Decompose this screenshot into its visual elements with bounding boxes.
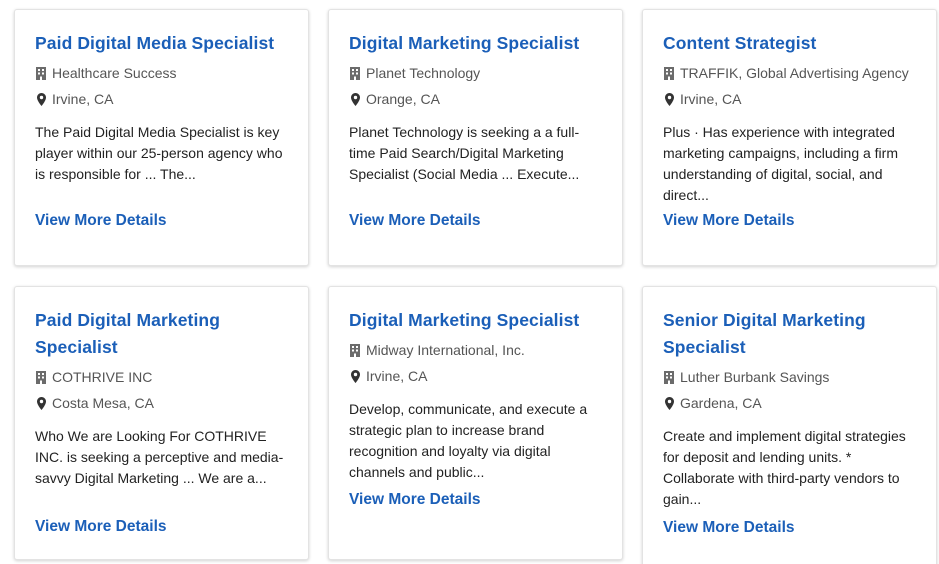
company-row: Healthcare Success (35, 60, 288, 86)
company-row: Luther Burbank Savings (663, 364, 916, 390)
map-pin-icon (35, 396, 47, 410)
company-row: COTHRIVE INC (35, 364, 288, 390)
location-text: Irvine, CA (366, 368, 428, 384)
map-pin-icon (349, 369, 361, 383)
job-description: Plus · Has experience with integrated ma… (663, 124, 898, 203)
building-icon (35, 66, 47, 80)
job-title-link[interactable]: Digital Marketing Specialist (349, 30, 602, 57)
company-row: Midway International, Inc. (349, 337, 602, 363)
job-card: Digital Marketing Specialist Planet Tech… (328, 9, 623, 266)
view-more-details-link[interactable]: View More Details (349, 212, 481, 230)
map-pin-icon (663, 92, 675, 106)
company-name: Midway International, Inc. (366, 342, 525, 358)
job-title-link[interactable]: Paid Digital Media Specialist (35, 30, 288, 57)
location-text: Irvine, CA (680, 91, 742, 107)
company-name: COTHRIVE INC (52, 369, 153, 385)
view-more-details-link[interactable]: View More Details (349, 491, 481, 509)
company-name: TRAFFIK, Global Advertising Agency (680, 65, 909, 81)
job-card: Senior Digital Marketing Specialist Luth… (642, 286, 937, 564)
location-text: Costa Mesa, CA (52, 395, 154, 411)
location-row: Irvine, CA (35, 86, 288, 112)
job-card: Paid Digital Media Specialist Healthcare… (14, 9, 309, 266)
location-text: Gardena, CA (680, 395, 762, 411)
location-row: Orange, CA (349, 86, 602, 112)
location-row: Irvine, CA (663, 86, 916, 112)
company-name: Planet Technology (366, 65, 481, 81)
view-more-details-link[interactable]: View More Details (663, 519, 795, 537)
job-title-link[interactable]: Paid Digital Marketing Specialist (35, 307, 288, 361)
map-pin-icon (663, 396, 675, 410)
company-row: TRAFFIK, Global Advertising Agency (663, 60, 916, 86)
view-more-details-link[interactable]: View More Details (663, 212, 795, 230)
view-more-details-link[interactable]: View More Details (35, 518, 167, 536)
map-pin-icon (349, 92, 361, 106)
location-text: Orange, CA (366, 91, 440, 107)
building-icon (663, 370, 675, 384)
job-description: Create and implement digital strategies … (663, 428, 906, 507)
job-title-link[interactable]: Content Strategist (663, 30, 916, 57)
company-name: Luther Burbank Savings (680, 369, 830, 385)
building-icon (663, 66, 675, 80)
building-icon (349, 66, 361, 80)
map-pin-icon (35, 92, 47, 106)
job-title-link[interactable]: Digital Marketing Specialist (349, 307, 602, 334)
job-description: Planet Technology is seeking a a full-ti… (349, 124, 580, 182)
building-icon (35, 370, 47, 384)
job-card: Paid Digital Marketing Specialist COTHRI… (14, 286, 309, 560)
job-description: The Paid Digital Media Specialist is key… (35, 124, 283, 182)
job-title-link[interactable]: Senior Digital Marketing Specialist (663, 307, 916, 361)
job-card: Content Strategist TRAFFIK, Global Adver… (642, 9, 937, 266)
job-description: Develop, communicate, and execute a stra… (349, 401, 588, 480)
job-card: Digital Marketing Specialist Midway Inte… (328, 286, 623, 560)
building-icon (349, 343, 361, 357)
location-text: Irvine, CA (52, 91, 114, 107)
location-row: Irvine, CA (349, 363, 602, 389)
job-results-grid: Paid Digital Media Specialist Healthcare… (0, 0, 939, 564)
company-name: Healthcare Success (52, 65, 177, 81)
location-row: Costa Mesa, CA (35, 390, 288, 416)
company-row: Planet Technology (349, 60, 602, 86)
location-row: Gardena, CA (663, 390, 916, 416)
view-more-details-link[interactable]: View More Details (35, 212, 167, 230)
job-description: Who We are Looking For COTHRIVE INC. is … (35, 428, 284, 486)
